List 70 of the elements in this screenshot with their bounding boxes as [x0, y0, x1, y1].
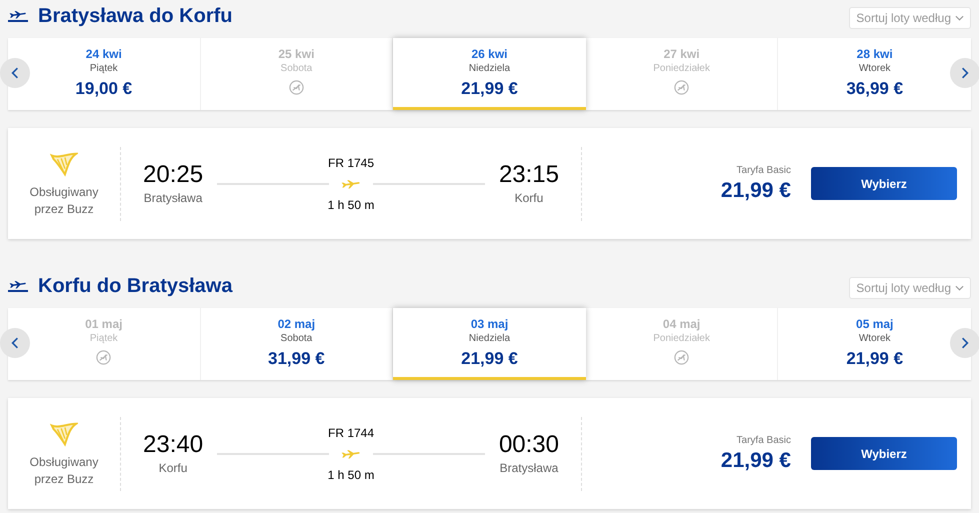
plane-icon — [9, 10, 27, 19]
previous-dates-button[interactable] — [0, 58, 30, 88]
weekday-label: Niedziela — [468, 62, 510, 76]
no-flight-icon — [674, 350, 690, 365]
select-button[interactable]: Wybierz — [811, 167, 957, 200]
arrival-time: 23:15 — [498, 160, 559, 188]
plane-icon — [341, 448, 361, 458]
date-label: 01 maj — [85, 316, 122, 332]
date-label: 03 maj — [470, 316, 508, 332]
flight-price: 21,99 € — [720, 178, 791, 204]
weekday-label: Piątek — [90, 332, 118, 346]
no-flight-icon — [96, 350, 112, 365]
harp-logo-icon — [50, 420, 78, 448]
date-label: 28 kwi — [856, 46, 893, 62]
plane-icon — [9, 280, 27, 289]
date-label: 26 kwi — [471, 46, 508, 62]
no-flight-icon — [674, 80, 690, 95]
day-price: 21,99 € — [461, 78, 518, 100]
chevron-left-icon — [11, 336, 19, 350]
plane-icon — [341, 178, 361, 188]
date-label: 04 maj — [662, 316, 700, 332]
day-price: 36,99 € — [846, 78, 904, 100]
date-tab[interactable]: 03 maj Niedziela 21,99 € — [393, 308, 586, 380]
fare-label: Taryfa Basic — [736, 434, 791, 448]
day-price: 19,00 € — [75, 78, 132, 100]
weekday-label: Wtorek — [858, 62, 891, 76]
chevron-right-icon — [961, 336, 969, 350]
weekday-label: Poniedziałek — [653, 62, 710, 76]
day-price: 31,99 € — [268, 348, 325, 370]
flight-duration: 1 h 50 m — [328, 196, 374, 212]
weekday-label: Sobota — [280, 62, 312, 76]
date-label: 24 kwi — [86, 46, 122, 62]
date-label: 25 kwi — [278, 46, 314, 62]
route-title: Bratysława do Korfu — [38, 4, 232, 29]
flight-number: FR 1745 — [328, 154, 374, 170]
day-price: 21,99 € — [846, 348, 904, 370]
flight-price: 21,99 € — [720, 448, 791, 474]
departure-city: Korfu — [158, 460, 188, 476]
harp-logo-icon — [50, 150, 78, 178]
date-label: 05 maj — [856, 316, 894, 332]
chevron-down-icon — [955, 15, 964, 21]
chevron-left-icon — [11, 66, 19, 80]
weekday-label: Poniedziałek — [653, 332, 710, 346]
weekday-label: Wtorek — [858, 332, 891, 346]
weekday-label: Niedziela — [468, 332, 510, 346]
flight-number: FR 1744 — [328, 424, 374, 440]
chevron-down-icon — [955, 285, 964, 291]
departure-time: 23:40 — [143, 430, 204, 458]
select-button[interactable]: Wybierz — [811, 437, 957, 470]
weekday-label: Piątek — [90, 62, 118, 76]
day-price: 21,99 € — [461, 348, 518, 370]
departure-time: 20:25 — [143, 160, 204, 188]
chevron-right-icon — [961, 66, 969, 80]
route-title: Korfu do Bratysława — [38, 274, 232, 299]
operator-label: Obsługiwany przez Buzz — [28, 184, 100, 218]
date-label: 02 maj — [278, 316, 316, 332]
fare-label: Taryfa Basic — [736, 164, 791, 178]
date-tab[interactable]: 05 maj Wtorek 21,99 € — [778, 308, 971, 380]
no-flight-icon — [288, 80, 304, 95]
date-label: 27 kwi — [664, 46, 700, 62]
date-tab[interactable]: 28 kwi Wtorek 36,99 € — [778, 38, 971, 110]
arrival-city: Korfu — [514, 190, 544, 206]
previous-dates-button[interactable] — [0, 328, 30, 358]
date-tab[interactable]: 26 kwi Niedziela 21,99 € — [393, 38, 586, 110]
arrival-time: 00:30 — [498, 430, 559, 458]
arrival-city: Bratysława — [500, 460, 558, 476]
flight-duration: 1 h 50 m — [328, 466, 374, 482]
weekday-label: Sobota — [280, 332, 312, 346]
operator-label: Obsługiwany przez Buzz — [28, 454, 100, 488]
departure-city: Bratysława — [144, 190, 202, 206]
